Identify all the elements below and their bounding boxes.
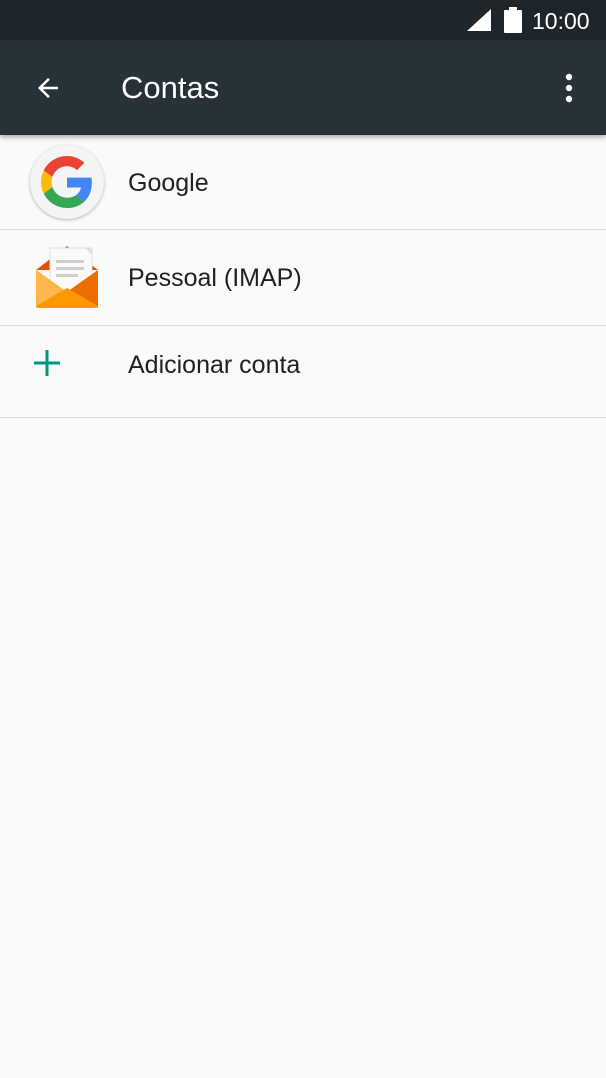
- battery-icon: [504, 7, 522, 33]
- accounts-list: Google Pessoal (IMAP) Adicionar conta: [0, 135, 606, 418]
- status-bar: 10:00: [0, 0, 606, 40]
- account-label-google: Google: [128, 169, 209, 197]
- status-time: 10:00: [532, 8, 590, 34]
- add-account-button[interactable]: Adicionar conta: [0, 326, 606, 418]
- account-label-imap: Pessoal (IMAP): [128, 264, 302, 292]
- page-title: Contas: [121, 70, 220, 105]
- screen: 10:00 Contas Google Pessoal (IMAP) Adici…: [0, 0, 606, 1078]
- more-vert-icon: [565, 73, 573, 103]
- app-bar: Contas: [0, 40, 606, 135]
- back-button[interactable]: [24, 64, 72, 112]
- email-envelope-icon: [36, 246, 98, 308]
- arrow-back-icon: [38, 78, 58, 98]
- signal-icon: [467, 9, 491, 31]
- plus-icon: [34, 350, 60, 376]
- more-options-button[interactable]: [548, 64, 590, 112]
- account-item-google[interactable]: Google: [0, 135, 606, 230]
- account-item-imap[interactable]: Pessoal (IMAP): [0, 230, 606, 326]
- add-account-label: Adicionar conta: [128, 351, 301, 379]
- google-icon: [30, 145, 104, 219]
